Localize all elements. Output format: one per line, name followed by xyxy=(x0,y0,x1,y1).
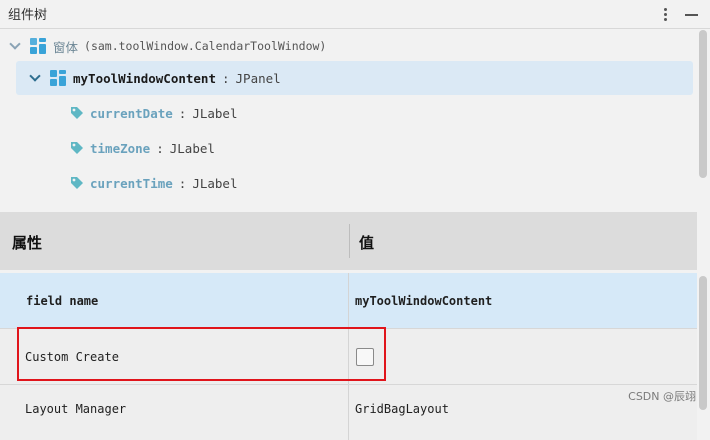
property-name: field name xyxy=(26,293,99,308)
custom-create-cell xyxy=(356,329,374,384)
node-name: currentDate xyxy=(90,105,173,121)
column-divider[interactable] xyxy=(349,224,350,258)
tree-node-label[interactable]: currentTime : JLabel xyxy=(70,166,237,200)
tag-icon xyxy=(71,107,83,119)
node-separator: : xyxy=(178,105,187,121)
properties-scrollbar[interactable] xyxy=(699,276,707,410)
more-options-icon[interactable] xyxy=(658,6,674,22)
column-divider xyxy=(348,329,349,384)
panel-icon xyxy=(50,70,66,86)
root-class: (sam.toolWindow.CalendarToolWindow) xyxy=(84,39,327,53)
panel-type: JPanel xyxy=(235,70,281,86)
form-icon xyxy=(30,38,46,54)
column-header-property[interactable]: 属性 xyxy=(12,232,42,253)
panel-name: myToolWindowContent xyxy=(73,70,216,86)
panel-header: 组件树 xyxy=(0,0,710,29)
property-name: Layout Manager xyxy=(25,401,127,416)
tag-icon xyxy=(71,142,83,154)
node-separator: : xyxy=(178,175,187,191)
chevron-down-icon[interactable] xyxy=(28,71,42,85)
panel-separator: : xyxy=(222,70,230,86)
property-value[interactable]: myToolWindowContent xyxy=(355,273,492,328)
property-name: Custom Create xyxy=(25,349,119,364)
property-value[interactable]: GridBagLayout xyxy=(355,381,449,436)
chevron-down-icon[interactable] xyxy=(8,39,22,53)
property-row-custom-create[interactable]: Custom Create xyxy=(0,328,697,384)
tree-node-panel[interactable]: myToolWindowContent : JPanel xyxy=(16,61,693,95)
column-divider xyxy=(348,273,349,328)
component-tree: 窗体 (sam.toolWindow.CalendarToolWindow) m… xyxy=(0,29,697,212)
node-type: JLabel xyxy=(169,140,215,156)
node-name: timeZone xyxy=(90,140,151,156)
column-divider xyxy=(348,385,349,440)
tree-node-label[interactable]: currentDate : JLabel xyxy=(70,96,237,130)
properties-table: 属性 值 field name myToolWindowContent Cust… xyxy=(0,212,697,440)
node-separator: : xyxy=(156,140,164,156)
tree-scrollbar[interactable] xyxy=(699,30,707,178)
node-name: currentTime xyxy=(90,175,173,191)
node-type: JLabel xyxy=(192,175,238,191)
watermark: CSDN @辰翊 xyxy=(628,390,696,403)
tree-node-label[interactable]: timeZone : JLabel xyxy=(70,131,215,165)
column-header-value[interactable]: 值 xyxy=(359,232,374,253)
property-row-layout-manager[interactable]: Layout Manager GridBagLayout xyxy=(0,384,697,440)
property-row-field-name[interactable]: field name myToolWindowContent xyxy=(0,273,697,328)
custom-create-checkbox[interactable] xyxy=(356,347,374,366)
minimize-icon[interactable] xyxy=(684,6,700,22)
tag-icon xyxy=(71,177,83,189)
node-type: JLabel xyxy=(192,105,238,121)
tree-node-root[interactable]: 窗体 (sam.toolWindow.CalendarToolWindow) xyxy=(8,29,688,63)
panel-title: 组件树 xyxy=(8,8,48,23)
table-header: 属性 值 xyxy=(0,212,697,270)
root-name: 窗体 xyxy=(53,39,79,55)
